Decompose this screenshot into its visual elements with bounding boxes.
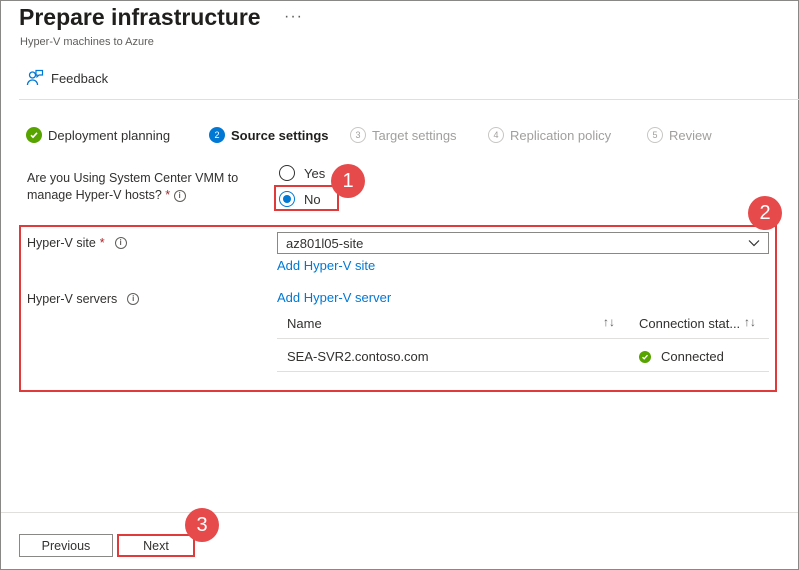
previous-button[interactable]: Previous <box>19 534 113 557</box>
step-review[interactable]: 5 Review <box>647 126 712 144</box>
step-label: Source settings <box>231 127 329 143</box>
hyperv-site-value: az801l05-site <box>286 235 364 251</box>
step-target-settings[interactable]: 3 Target settings <box>350 126 457 144</box>
feedback-button[interactable]: Feedback <box>26 67 108 89</box>
info-icon[interactable]: i <box>127 293 140 305</box>
radio-yes-label: Yes <box>304 165 326 181</box>
step-label: Deployment planning <box>48 127 171 143</box>
callout-badge-3: 3 <box>185 508 219 542</box>
radio-circle <box>279 165 295 181</box>
chevron-down-icon <box>748 240 760 247</box>
column-header-connection-status[interactable]: Connection stat... <box>639 316 740 331</box>
step-label: Review <box>669 127 712 143</box>
hyperv-servers-label: Hyper-V servers i <box>27 292 140 306</box>
connection-status-cell: Connected <box>639 349 724 364</box>
step-number-icon: 3 <box>350 127 366 143</box>
hyperv-site-dropdown[interactable]: az801l05-site <box>277 232 769 254</box>
info-icon[interactable]: i <box>173 189 186 202</box>
more-options-button[interactable]: ··· <box>284 8 303 26</box>
add-hyperv-server-link[interactable]: Add Hyper-V server <box>277 290 391 305</box>
callout-badge-2: 2 <box>748 196 782 230</box>
footer-divider <box>1 512 798 513</box>
sort-icon[interactable]: ↑↓ <box>603 315 615 329</box>
radio-yes[interactable]: Yes <box>279 164 325 182</box>
info-icon[interactable]: i <box>114 237 127 249</box>
hyperv-site-label: Hyper-V site * i <box>27 236 127 250</box>
step-source-settings[interactable]: 2 Source settings <box>209 126 329 144</box>
connection-status-text: Connected <box>661 349 724 364</box>
hyperv-servers-text: Hyper-V servers <box>27 292 118 306</box>
step-number-icon: 2 <box>209 127 225 143</box>
page-subtitle: Hyper-V machines to Azure <box>20 36 154 48</box>
vmm-question-text: Are you Using System Center VMM to manag… <box>27 171 239 202</box>
vmm-question-label: Are you Using System Center VMM to manag… <box>27 170 262 204</box>
column-header-name[interactable]: Name <box>287 316 322 331</box>
table-header: Name ↑↓ Connection stat... ↑↓ <box>277 306 769 339</box>
check-circle-icon <box>639 350 651 363</box>
feedback-label: Feedback <box>51 70 109 86</box>
required-asterisk: * <box>165 188 171 202</box>
step-label: Target settings <box>372 127 457 143</box>
add-hyperv-site-link[interactable]: Add Hyper-V site <box>277 258 375 273</box>
toolbar-divider <box>19 99 799 100</box>
step-number-icon: 4 <box>488 127 504 143</box>
hyperv-servers-table: Name ↑↓ Connection stat... ↑↓ SEA-SVR2.c… <box>277 306 769 372</box>
sort-icon[interactable]: ↑↓ <box>744 315 756 329</box>
feedback-person-icon <box>26 69 44 86</box>
check-circle-icon <box>26 127 42 143</box>
annotation-highlight-no <box>274 185 339 211</box>
required-asterisk: * <box>99 236 105 250</box>
step-deployment-planning[interactable]: Deployment planning <box>26 126 170 144</box>
callout-badge-1: 1 <box>331 164 365 198</box>
server-name-cell: SEA-SVR2.contoso.com <box>287 349 429 364</box>
hyperv-site-text: Hyper-V site <box>27 236 96 250</box>
step-number-icon: 5 <box>647 127 663 143</box>
step-replication-policy[interactable]: 4 Replication policy <box>488 126 611 144</box>
next-button[interactable]: Next <box>117 534 195 557</box>
table-row[interactable]: SEA-SVR2.contoso.com Connected <box>277 339 769 372</box>
page-title: Prepare infrastructure <box>19 4 261 30</box>
step-label: Replication policy <box>510 127 612 143</box>
